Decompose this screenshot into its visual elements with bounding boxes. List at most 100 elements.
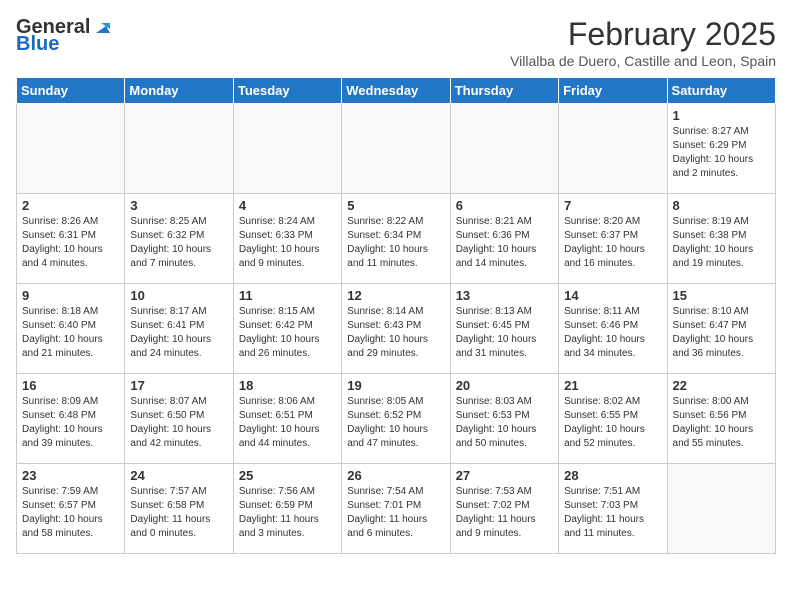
calendar-day-cell	[17, 104, 125, 194]
day-number: 21	[564, 378, 661, 393]
title-block: February 2025 Villalba de Duero, Castill…	[510, 16, 776, 69]
calendar-day-cell: 28 Sunrise: 7:51 AM Sunset: 7:03 PM Dayli…	[559, 464, 667, 554]
calendar-week-row: 9 Sunrise: 8:18 AM Sunset: 6:40 PM Daylig…	[17, 284, 776, 374]
calendar-day-cell: 5 Sunrise: 8:22 AM Sunset: 6:34 PM Daylig…	[342, 194, 450, 284]
weekday-header: Sunday	[17, 78, 125, 104]
calendar-day-cell	[342, 104, 450, 194]
day-number: 19	[347, 378, 444, 393]
weekday-header-row: SundayMondayTuesdayWednesdayThursdayFrid…	[17, 78, 776, 104]
calendar-day-cell	[559, 104, 667, 194]
day-info: Sunrise: 8:25 AM Sunset: 6:32 PM Dayligh…	[130, 215, 227, 271]
day-number: 9	[22, 288, 119, 303]
day-number: 16	[22, 378, 119, 393]
day-info: Sunrise: 7:53 AM Sunset: 7:02 PM Dayligh…	[456, 485, 553, 541]
day-number: 17	[130, 378, 227, 393]
page-header: General Blue February 2025 Villalba de D…	[16, 16, 776, 69]
calendar-day-cell: 11Sunrise: 8:15 AM Sunset: 6:42 PM Dayli…	[233, 284, 341, 374]
weekday-header: Saturday	[667, 78, 775, 104]
day-info: Sunrise: 8:02 AM Sunset: 6:55 PM Dayligh…	[564, 395, 661, 451]
day-number: 1	[673, 108, 770, 123]
calendar-day-cell: 12 Sunrise: 8:14 AM Sunset: 6:43 PM Dayli…	[342, 284, 450, 374]
calendar-day-cell: 13 Sunrise: 8:13 AM Sunset: 6:45 PM Dayli…	[450, 284, 558, 374]
day-number: 26	[347, 468, 444, 483]
logo: General Blue	[16, 16, 110, 56]
day-info: Sunrise: 8:22 AM Sunset: 6:34 PM Dayligh…	[347, 215, 444, 271]
calendar-day-cell	[233, 104, 341, 194]
day-number: 12	[347, 288, 444, 303]
day-info: Sunrise: 7:56 AM Sunset: 6:59 PM Dayligh…	[239, 485, 336, 541]
day-info: Sunrise: 8:19 AM Sunset: 6:38 PM Dayligh…	[673, 215, 770, 271]
calendar-day-cell: 17 Sunrise: 8:07 AM Sunset: 6:50 PM Dayli…	[125, 374, 233, 464]
day-number: 11	[239, 288, 336, 303]
day-number: 27	[456, 468, 553, 483]
calendar-day-cell	[667, 464, 775, 554]
day-info: Sunrise: 7:57 AM Sunset: 6:58 PM Dayligh…	[130, 485, 227, 541]
day-info: Sunrise: 8:26 AM Sunset: 6:31 PM Dayligh…	[22, 215, 119, 271]
calendar-day-cell: 6Sunrise: 8:21 AM Sunset: 6:36 PM Daylig…	[450, 194, 558, 284]
calendar-week-row: 2 Sunrise: 8:26 AM Sunset: 6:31 PM Daylig…	[17, 194, 776, 284]
calendar-day-cell	[125, 104, 233, 194]
day-info: Sunrise: 7:51 AM Sunset: 7:03 PM Dayligh…	[564, 485, 661, 541]
day-number: 20	[456, 378, 553, 393]
calendar-day-cell: 2 Sunrise: 8:26 AM Sunset: 6:31 PM Daylig…	[17, 194, 125, 284]
calendar-day-cell: 1 Sunrise: 8:27 AM Sunset: 6:29 PM Daylig…	[667, 104, 775, 194]
day-info: Sunrise: 8:24 AM Sunset: 6:33 PM Dayligh…	[239, 215, 336, 271]
day-number: 6	[456, 198, 553, 213]
day-info: Sunrise: 8:14 AM Sunset: 6:43 PM Dayligh…	[347, 305, 444, 361]
weekday-header: Monday	[125, 78, 233, 104]
day-number: 5	[347, 198, 444, 213]
day-info: Sunrise: 8:20 AM Sunset: 6:37 PM Dayligh…	[564, 215, 661, 271]
day-info: Sunrise: 8:13 AM Sunset: 6:45 PM Dayligh…	[456, 305, 553, 361]
day-info: Sunrise: 7:54 AM Sunset: 7:01 PM Dayligh…	[347, 485, 444, 541]
weekday-header: Wednesday	[342, 78, 450, 104]
day-info: Sunrise: 7:59 AM Sunset: 6:57 PM Dayligh…	[22, 485, 119, 541]
day-info: Sunrise: 8:05 AM Sunset: 6:52 PM Dayligh…	[347, 395, 444, 451]
day-number: 23	[22, 468, 119, 483]
calendar-day-cell: 22 Sunrise: 8:00 AM Sunset: 6:56 PM Dayli…	[667, 374, 775, 464]
calendar-week-row: 16 Sunrise: 8:09 AM Sunset: 6:48 PM Dayli…	[17, 374, 776, 464]
calendar-day-cell: 27 Sunrise: 7:53 AM Sunset: 7:02 PM Dayli…	[450, 464, 558, 554]
day-info: Sunrise: 8:00 AM Sunset: 6:56 PM Dayligh…	[673, 395, 770, 451]
day-info: Sunrise: 8:09 AM Sunset: 6:48 PM Dayligh…	[22, 395, 119, 451]
day-number: 13	[456, 288, 553, 303]
weekday-header: Friday	[559, 78, 667, 104]
day-info: Sunrise: 8:06 AM Sunset: 6:51 PM Dayligh…	[239, 395, 336, 451]
day-info: Sunrise: 8:11 AM Sunset: 6:46 PM Dayligh…	[564, 305, 661, 361]
weekday-header: Tuesday	[233, 78, 341, 104]
calendar-day-cell: 21 Sunrise: 8:02 AM Sunset: 6:55 PM Dayli…	[559, 374, 667, 464]
day-info: Sunrise: 8:07 AM Sunset: 6:50 PM Dayligh…	[130, 395, 227, 451]
calendar-day-cell: 15 Sunrise: 8:10 AM Sunset: 6:47 PM Dayli…	[667, 284, 775, 374]
calendar-day-cell: 16 Sunrise: 8:09 AM Sunset: 6:48 PM Dayli…	[17, 374, 125, 464]
day-number: 14	[564, 288, 661, 303]
calendar-day-cell: 4Sunrise: 8:24 AM Sunset: 6:33 PM Daylig…	[233, 194, 341, 284]
day-number: 3	[130, 198, 227, 213]
day-number: 2	[22, 198, 119, 213]
day-number: 24	[130, 468, 227, 483]
logo-icon	[92, 19, 110, 37]
calendar-day-cell: 7 Sunrise: 8:20 AM Sunset: 6:37 PM Daylig…	[559, 194, 667, 284]
day-number: 7	[564, 198, 661, 213]
day-info: Sunrise: 8:10 AM Sunset: 6:47 PM Dayligh…	[673, 305, 770, 361]
day-info: Sunrise: 8:18 AM Sunset: 6:40 PM Dayligh…	[22, 305, 119, 361]
weekday-header: Thursday	[450, 78, 558, 104]
calendar-day-cell: 26 Sunrise: 7:54 AM Sunset: 7:01 PM Dayli…	[342, 464, 450, 554]
calendar-day-cell: 23 Sunrise: 7:59 AM Sunset: 6:57 PM Dayli…	[17, 464, 125, 554]
calendar-day-cell: 10Sunrise: 8:17 AM Sunset: 6:41 PM Dayli…	[125, 284, 233, 374]
day-number: 18	[239, 378, 336, 393]
calendar-day-cell: 8Sunrise: 8:19 AM Sunset: 6:38 PM Daylig…	[667, 194, 775, 284]
month-title: February 2025	[510, 16, 776, 53]
day-info: Sunrise: 8:27 AM Sunset: 6:29 PM Dayligh…	[673, 125, 770, 181]
day-number: 28	[564, 468, 661, 483]
calendar-week-row: 23 Sunrise: 7:59 AM Sunset: 6:57 PM Dayli…	[17, 464, 776, 554]
day-number: 22	[673, 378, 770, 393]
calendar-day-cell: 14 Sunrise: 8:11 AM Sunset: 6:46 PM Dayli…	[559, 284, 667, 374]
day-number: 15	[673, 288, 770, 303]
day-number: 25	[239, 468, 336, 483]
calendar-day-cell	[450, 104, 558, 194]
location-subtitle: Villalba de Duero, Castille and Leon, Sp…	[510, 53, 776, 69]
calendar-table: SundayMondayTuesdayWednesdayThursdayFrid…	[16, 77, 776, 554]
day-number: 10	[130, 288, 227, 303]
calendar-day-cell: 20Sunrise: 8:03 AM Sunset: 6:53 PM Dayli…	[450, 374, 558, 464]
calendar-day-cell: 19 Sunrise: 8:05 AM Sunset: 6:52 PM Dayli…	[342, 374, 450, 464]
calendar-day-cell: 25 Sunrise: 7:56 AM Sunset: 6:59 PM Dayli…	[233, 464, 341, 554]
